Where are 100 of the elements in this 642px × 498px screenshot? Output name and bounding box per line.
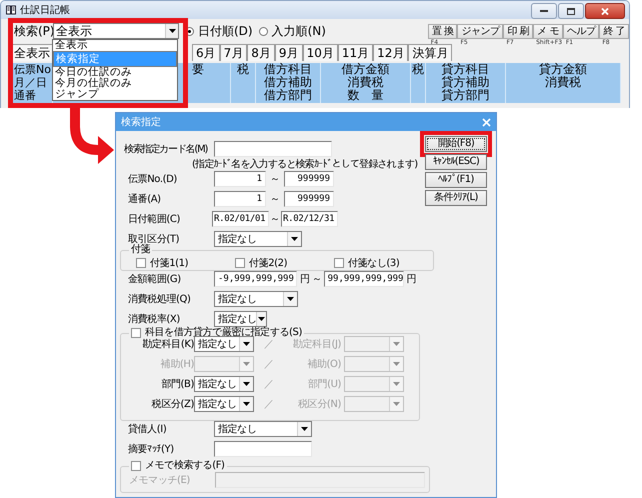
column-header: 貸方部門	[440, 89, 490, 102]
checkbox[interactable]: 付箋2(2)	[235, 256, 334, 270]
input-field[interactable]	[214, 141, 332, 157]
dropdown[interactable]: 指定なし	[194, 376, 254, 392]
column-header: 要	[192, 63, 204, 76]
caret-icon	[301, 427, 308, 431]
toolbar-button[interactable]: 終 了	[599, 24, 629, 39]
input-field[interactable]: 999999	[284, 171, 334, 187]
toolbar-button[interactable]: 置 換	[428, 24, 458, 39]
column-header: 借方部門	[263, 89, 313, 102]
input-field[interactable]	[214, 441, 312, 457]
input-field[interactable]: R.02/01/01	[212, 211, 269, 227]
toolbar-button[interactable]: 印 刷	[503, 24, 534, 39]
caret-icon	[393, 342, 400, 346]
range-separator: ～	[269, 213, 281, 226]
caret-icon	[393, 402, 400, 406]
checkbox[interactable]: 付箋なし(3)	[334, 256, 433, 270]
range-separator: ～	[269, 173, 281, 186]
field-label: 日付範囲(C)	[128, 213, 181, 226]
column-header: 数 量	[346, 89, 384, 102]
range-separator: ～	[269, 193, 281, 206]
hint-text: (指定ｶｰﾄﾞ名を入力すると検索ｶｰﾄﾞとして登録されます)	[192, 158, 418, 171]
column-header: 通番	[13, 89, 37, 102]
slash-separator: ／	[263, 378, 275, 391]
slash-separator: ／	[263, 338, 275, 351]
maximize-icon	[567, 8, 575, 14]
input-field[interactable]: 1	[214, 171, 266, 187]
toolbar-button[interactable]: ヘルプ	[562, 24, 600, 39]
field-label: 勘定科目(J)	[292, 338, 341, 351]
dropdown[interactable]: 指定なし	[214, 421, 312, 437]
field-label: 税区分(Z)	[150, 398, 194, 411]
column-header: 税	[236, 63, 250, 76]
input-field[interactable]: 999999	[284, 191, 334, 207]
input-field[interactable]: 99,999,999,999	[324, 271, 404, 287]
field-label: 消費税率(X)	[128, 312, 181, 326]
caret-icon	[393, 362, 400, 366]
dropdown[interactable]: 指定なし	[214, 291, 298, 307]
window-title: 仕訳日記帳	[20, 4, 70, 17]
checkbox[interactable]: 付箋1(1)	[136, 256, 235, 270]
caret-icon	[393, 382, 400, 386]
radio-button[interactable]: 入力順(N)	[258, 22, 326, 40]
range-separator: ～	[310, 273, 322, 286]
dropdown[interactable]: 指定なし	[214, 311, 267, 327]
dialog-button[interactable]: ﾍﾙﾌﾟ(F1)	[425, 172, 487, 188]
field-label: 摘要ﾏｯﾁ(Y)	[128, 442, 175, 456]
column-header: 伝票No	[13, 63, 52, 76]
search-dropdown[interactable]: 全表示	[53, 23, 179, 39]
toolbar-button[interactable]: メ モ	[533, 24, 563, 39]
checkbox[interactable]: 科目を借方貸方で厳密に指定する(S)	[131, 327, 302, 339]
maximize-button[interactable]	[558, 3, 584, 19]
tab[interactable]: 11月	[338, 44, 374, 61]
tab[interactable]: 決算月	[408, 44, 452, 61]
caret-icon	[258, 317, 266, 321]
input-field[interactable]: 1	[214, 191, 266, 207]
field-label: 勘定科目(K)	[141, 338, 194, 351]
tab[interactable]: 6月	[192, 44, 220, 61]
search-label: 検索(P)	[14, 22, 53, 40]
dropdown[interactable]: 指定なし	[194, 396, 254, 412]
tab[interactable]: 9月	[274, 44, 303, 61]
caret-icon	[243, 402, 250, 406]
column-header: 借方金額	[340, 63, 390, 76]
tab[interactable]: 12月	[373, 44, 408, 61]
dropdown-option[interactable]: 今日の仕訳のみ	[53, 67, 177, 78]
dropdown-option[interactable]: 今月の仕訳のみ	[53, 78, 177, 89]
field-label: 税区分(N)	[297, 398, 341, 411]
close-button[interactable]	[585, 3, 625, 19]
column-header: 税	[411, 63, 425, 76]
caret-icon	[287, 297, 294, 301]
slash-separator: ／	[263, 398, 275, 411]
field-label: メモマッチ(E)	[129, 474, 191, 487]
input-field[interactable]: R.02/12/31	[281, 211, 338, 227]
dropdown-option[interactable]: 全表示	[53, 40, 177, 51]
dialog-button[interactable]: ｷｬﾝｾﾙ(ESC)	[425, 154, 487, 170]
dialog-button[interactable]: 条件ｸﾘｱ(L)	[425, 190, 487, 206]
slash-separator: ／	[263, 358, 275, 371]
field-label: 金額範囲(G)	[128, 272, 182, 286]
input-field[interactable]: -9,999,999,999	[214, 271, 297, 287]
caret-icon	[291, 237, 298, 241]
tab[interactable]: 7月	[220, 44, 248, 61]
field-label: 消費税処理(Q)	[128, 292, 192, 306]
tab[interactable]: 8月	[247, 44, 275, 61]
checkbox[interactable]: メモで検索する(F)	[131, 460, 225, 472]
close-icon	[482, 118, 490, 126]
toolbar-button[interactable]: ジャンプ	[457, 24, 504, 39]
column-header: 借方科目	[263, 63, 313, 76]
field-label: 伝票No.(D)	[128, 173, 178, 186]
column-header: 月／日	[13, 76, 48, 89]
dropdown-option[interactable]: ジャンプ	[53, 89, 177, 100]
minimize-button[interactable]	[531, 3, 557, 19]
field-label: 取引区分(T)	[128, 233, 180, 245]
field-label: 通番(A)	[128, 192, 162, 206]
column-header: 貸方補助	[440, 76, 490, 89]
caret-icon	[168, 29, 176, 33]
column-header: 貸方科目	[440, 63, 490, 76]
tab[interactable]: 10月	[302, 44, 338, 61]
field-label: 部門(B)	[160, 378, 194, 391]
dropdown[interactable]: 指定なし	[194, 336, 254, 352]
minimize-icon	[540, 10, 548, 12]
radio-button[interactable]: 日付順(D)	[185, 22, 253, 40]
dropdown[interactable]: 指定なし	[214, 231, 302, 247]
